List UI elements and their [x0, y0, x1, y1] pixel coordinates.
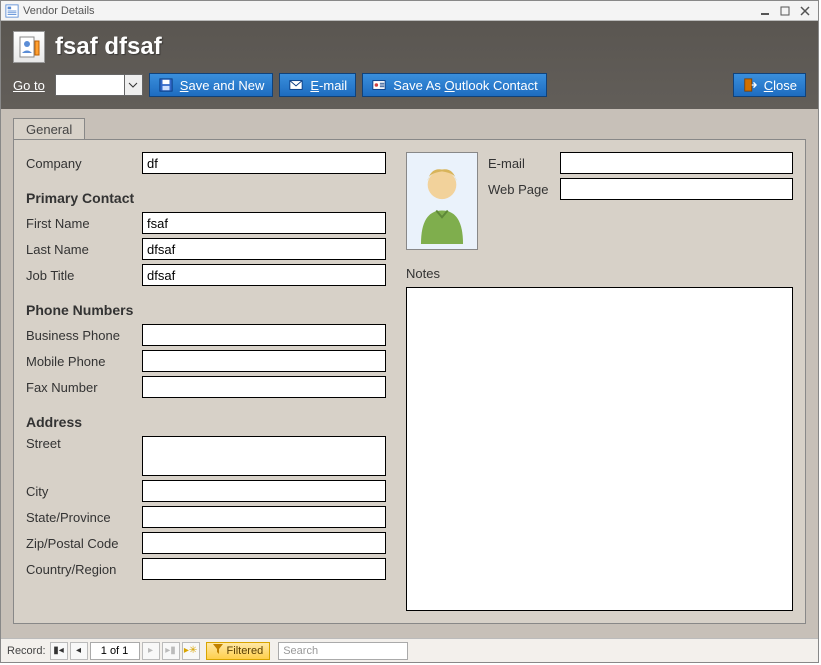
company-label: Company — [26, 156, 142, 171]
close-button[interactable]: Close — [733, 73, 806, 97]
webpage-input[interactable] — [560, 178, 793, 200]
right-column: E-mail Web Page Notes — [406, 152, 793, 611]
primary-contact-heading: Primary Contact — [26, 190, 386, 206]
record-label: Record: — [7, 645, 46, 657]
address-heading: Address — [26, 414, 386, 430]
save-outlook-button[interactable]: Save As Outlook Contact — [362, 73, 547, 97]
city-input[interactable] — [142, 480, 386, 502]
email-button[interactable]: E-mail — [279, 73, 356, 97]
last-record-button[interactable]: ▸▮ — [162, 642, 180, 660]
state-input[interactable] — [142, 506, 386, 528]
search-box[interactable]: Search — [278, 642, 408, 660]
notes-label: Notes — [406, 266, 793, 281]
search-placeholder: Search — [283, 645, 318, 657]
vendor-icon — [13, 31, 45, 63]
header-band: fsaf dfsaf Go to Save and New E-mail Sav… — [1, 21, 818, 109]
content-area: General Company Primary Contact First Na… — [1, 111, 818, 636]
filter-label: Filtered — [227, 645, 264, 657]
button-label: Save As Outlook Contact — [393, 78, 538, 93]
new-record-button[interactable]: ▸✳ — [182, 642, 200, 660]
page-title: fsaf dfsaf — [55, 33, 162, 61]
fax-number-input[interactable] — [142, 376, 386, 398]
mobile-phone-label: Mobile Phone — [26, 354, 142, 369]
card-icon — [371, 77, 387, 93]
window-title: Vendor Details — [23, 5, 95, 17]
email-input[interactable] — [560, 152, 793, 174]
state-label: State/Province — [26, 510, 142, 525]
button-label: Save and New — [180, 78, 265, 93]
first-name-input[interactable] — [142, 212, 386, 234]
next-record-button[interactable]: ▸ — [142, 642, 160, 660]
form-icon — [5, 4, 19, 18]
city-label: City — [26, 484, 142, 499]
filter-indicator[interactable]: Filtered — [206, 642, 271, 660]
notes-input[interactable] — [406, 287, 793, 611]
record-navigator: Record: ▮◂ ◂ ▸ ▸▮ ▸✳ Filtered Search — [1, 638, 818, 662]
minimize-button[interactable] — [756, 4, 774, 18]
close-window-button[interactable] — [796, 4, 814, 18]
first-record-button[interactable]: ▮◂ — [50, 642, 68, 660]
door-icon — [742, 77, 758, 93]
business-phone-label: Business Phone — [26, 328, 142, 343]
mobile-phone-input[interactable] — [142, 350, 386, 372]
street-input[interactable] — [142, 436, 386, 476]
zip-input[interactable] — [142, 532, 386, 554]
save-and-new-button[interactable]: Save and New — [149, 73, 274, 97]
business-phone-input[interactable] — [142, 324, 386, 346]
job-title-label: Job Title — [26, 268, 142, 283]
toolbar: Go to Save and New E-mail Save As Outloo… — [13, 73, 806, 97]
tab-strip: General — [13, 115, 806, 139]
job-title-input[interactable] — [142, 264, 386, 286]
chevron-down-icon[interactable] — [125, 74, 143, 96]
webpage-label: Web Page — [488, 182, 560, 197]
tab-page-general: Company Primary Contact First Name Last … — [13, 139, 806, 624]
fax-number-label: Fax Number — [26, 380, 142, 395]
goto-combo[interactable] — [55, 74, 143, 96]
last-name-label: Last Name — [26, 242, 142, 257]
record-position-input[interactable] — [90, 642, 140, 660]
country-input[interactable] — [142, 558, 386, 580]
first-name-label: First Name — [26, 216, 142, 231]
restore-button[interactable] — [776, 4, 794, 18]
save-icon — [158, 77, 174, 93]
goto-label: Go to — [13, 78, 45, 93]
mail-icon — [288, 77, 304, 93]
last-name-input[interactable] — [142, 238, 386, 260]
avatar[interactable] — [406, 152, 478, 250]
email-label: E-mail — [488, 156, 560, 171]
company-input[interactable] — [142, 152, 386, 174]
goto-input[interactable] — [55, 74, 125, 96]
prev-record-button[interactable]: ◂ — [70, 642, 88, 660]
phone-numbers-heading: Phone Numbers — [26, 302, 386, 318]
country-label: Country/Region — [26, 562, 142, 577]
zip-label: Zip/Postal Code — [26, 536, 142, 551]
title-bar: Vendor Details — [1, 1, 818, 21]
funnel-icon — [213, 644, 223, 657]
vendor-details-window: Vendor Details fsaf dfsaf Go to Save and… — [0, 0, 819, 663]
left-column: Company Primary Contact First Name Last … — [26, 152, 386, 611]
button-label: Close — [764, 78, 797, 93]
button-label: E-mail — [310, 78, 347, 93]
street-label: Street — [26, 436, 142, 451]
tab-general[interactable]: General — [13, 118, 85, 140]
